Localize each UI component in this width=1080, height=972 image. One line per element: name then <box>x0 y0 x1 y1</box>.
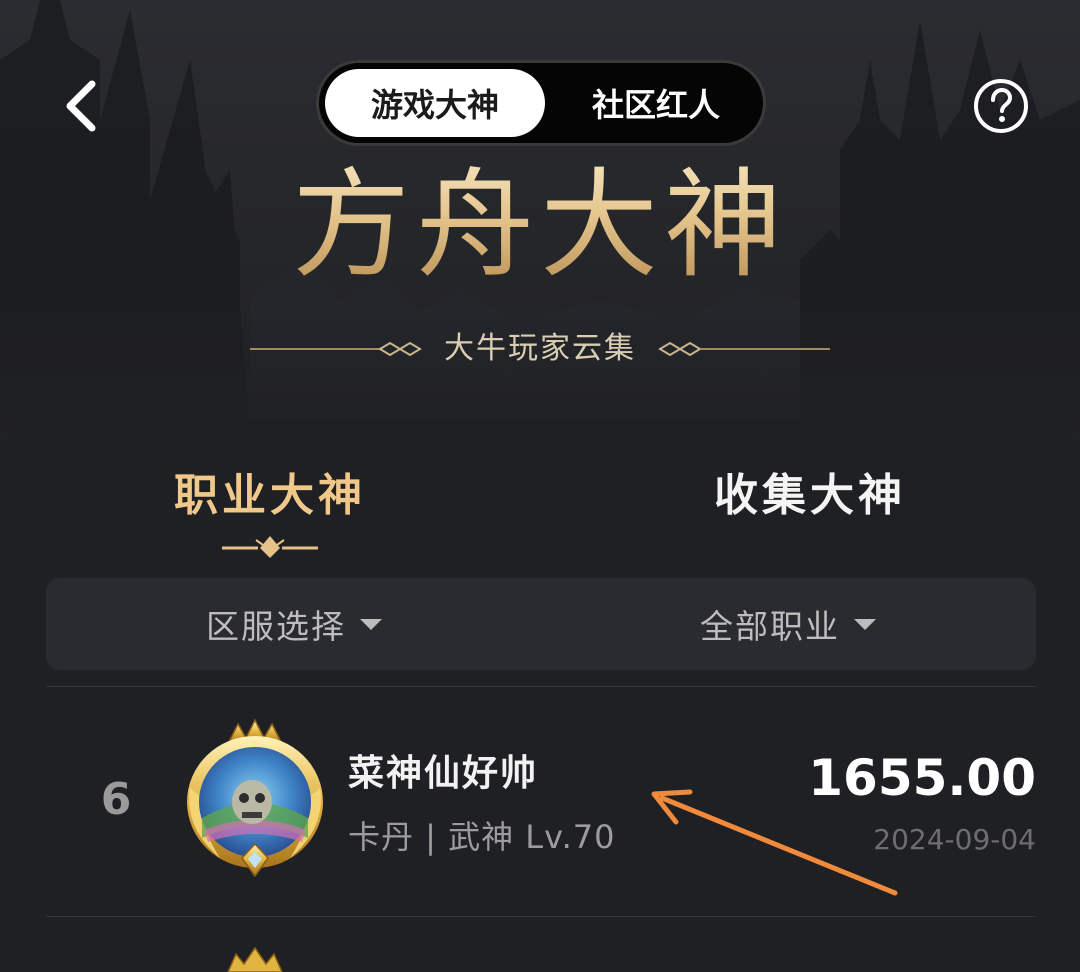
ornament-right-icon <box>658 341 830 357</box>
page-title: 方舟大神 <box>0 150 1080 300</box>
server-select-dropdown[interactable]: 区服选择 <box>206 578 382 670</box>
avatar-gold-frame-icon <box>187 718 323 878</box>
caret-down-icon <box>854 618 876 630</box>
class-select-label: 全部职业 <box>700 607 840 646</box>
player-name[interactable]: 菜神仙好帅 <box>348 750 538 798</box>
tab-class-masters[interactable]: 职业大神 <box>160 468 380 524</box>
subtitle-row: 大牛玩家云集 <box>250 326 830 372</box>
caret-down-icon <box>360 618 382 630</box>
divider <box>46 916 1036 917</box>
server-select-label: 区服选择 <box>206 607 346 646</box>
player-server-class-level: 卡丹 | 武神 Lv.70 <box>348 818 616 856</box>
segmented-toggle: 游戏大神 社区红人 <box>316 60 766 146</box>
filter-bar: 区服选择 全部职业 <box>46 578 1036 670</box>
divider <box>46 686 1036 687</box>
help-button[interactable] <box>972 77 1030 135</box>
class-select-dropdown[interactable]: 全部职业 <box>700 578 876 670</box>
toggle-game-masters[interactable]: 游戏大神 <box>325 69 545 137</box>
active-tab-indicator-icon <box>222 536 318 558</box>
chevron-left-icon <box>66 80 96 132</box>
annotation-arrow-icon <box>651 789 898 896</box>
tab-collection-masters[interactable]: 收集大神 <box>700 468 920 524</box>
back-button[interactable] <box>56 76 112 136</box>
question-circle-icon <box>974 79 1028 133</box>
toggle-community-stars[interactable]: 社区红人 <box>551 69 761 137</box>
rank-number: 6 <box>100 774 132 825</box>
avatar[interactable] <box>180 718 330 880</box>
next-avatar-crown-icon <box>227 946 283 972</box>
